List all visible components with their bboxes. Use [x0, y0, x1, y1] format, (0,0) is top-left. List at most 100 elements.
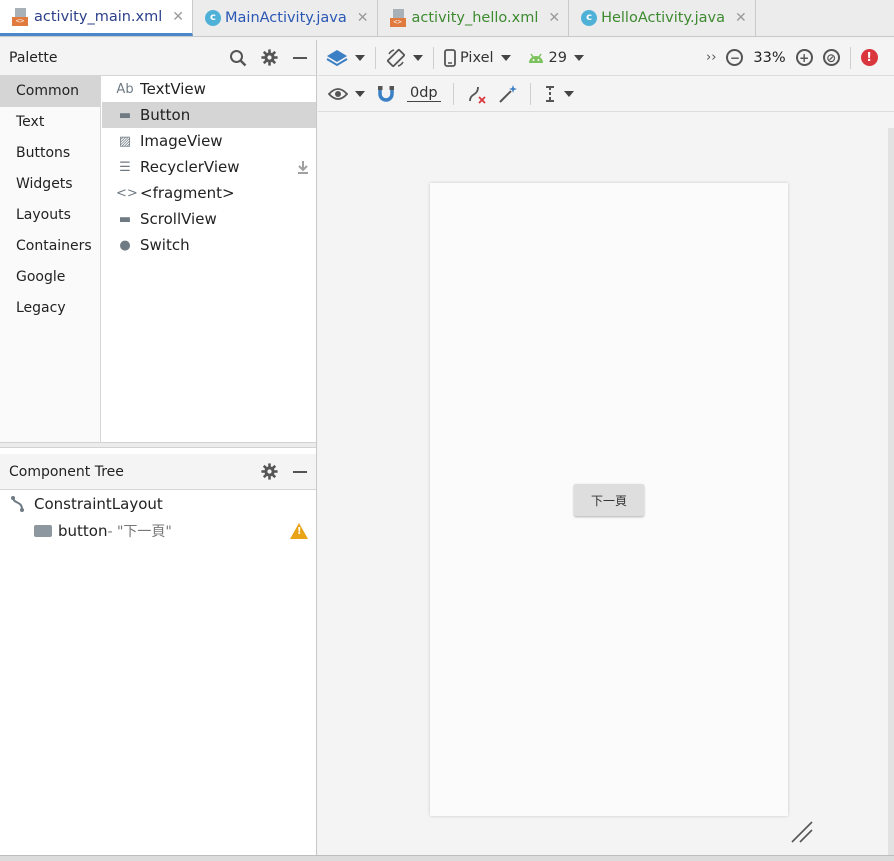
- category-text[interactable]: Text: [0, 107, 100, 138]
- category-containers[interactable]: Containers: [0, 231, 100, 262]
- warning-icon[interactable]: !: [290, 522, 308, 539]
- palette-item-label: Button: [140, 106, 191, 124]
- phone-icon: [444, 48, 456, 67]
- tab-activity-main-xml[interactable]: <> activity_main.xml ✕: [0, 0, 194, 36]
- scrollview-icon: ▬: [118, 211, 132, 227]
- category-layouts[interactable]: Layouts: [0, 200, 100, 231]
- close-icon[interactable]: ✕: [172, 9, 184, 25]
- orientation-dropdown[interactable]: [386, 48, 423, 68]
- rotate-icon: [387, 48, 405, 67]
- close-icon[interactable]: ✕: [735, 10, 747, 26]
- tab-label: HelloActivity.java: [601, 10, 725, 26]
- palette-item-switch[interactable]: ● Switch: [102, 232, 316, 258]
- zoom-to-fit-icon[interactable]: ⊘: [822, 49, 840, 66]
- device-preview-screen[interactable]: 下一頁: [430, 183, 788, 816]
- component-tree-title: Component Tree: [9, 463, 124, 480]
- left-panel: Palette Common Text Buttons Widgets Layo…: [0, 40, 317, 856]
- category-common[interactable]: Common: [0, 76, 100, 107]
- download-icon[interactable]: [296, 160, 310, 174]
- palette-item-label: RecyclerView: [140, 158, 240, 176]
- overflow-chevron-icon[interactable]: ››: [706, 50, 716, 65]
- bottom-status-strip: [0, 855, 894, 861]
- default-margin-value: 0dp: [410, 85, 438, 101]
- minimize-icon[interactable]: [292, 464, 308, 480]
- zoom-out-icon[interactable]: −: [726, 49, 744, 66]
- xml-layout-icon: <>: [389, 9, 408, 27]
- design-editor: Pixel 29 ›› − 33% + ⊘ ! 0dp 下一頁: [318, 40, 894, 856]
- tree-node-constraintlayout[interactable]: ConstraintLayout: [0, 490, 316, 517]
- category-google[interactable]: Google: [0, 262, 100, 293]
- palette-body: Common Text Buttons Widgets Layouts Cont…: [0, 76, 316, 442]
- tree-node-label: ConstraintLayout: [34, 494, 163, 513]
- api-level-dropdown[interactable]: 29: [527, 50, 584, 66]
- palette-title: Palette: [9, 49, 58, 66]
- tab-label: activity_main.xml: [34, 8, 163, 25]
- palette-items: Ab TextView ▬ Button ▨ ImageView ☰ Recyc…: [102, 76, 316, 442]
- magic-wand-icon[interactable]: [498, 84, 518, 104]
- tab-label: MainActivity.java: [225, 10, 347, 26]
- image-icon: ▨: [118, 133, 132, 149]
- gear-icon[interactable]: [261, 49, 278, 66]
- preview-button[interactable]: 下一頁: [574, 484, 644, 516]
- palette-item-button[interactable]: ▬ Button: [102, 102, 316, 128]
- eye-icon: [328, 87, 348, 100]
- guidelines-icon: [545, 85, 554, 102]
- code-icon: <>: [116, 185, 138, 201]
- resize-handle-icon[interactable]: [790, 820, 814, 844]
- palette-item-recyclerview[interactable]: ☰ RecyclerView: [102, 154, 316, 180]
- device-label: Pixel: [460, 49, 494, 66]
- design-canvas[interactable]: 下一頁: [318, 114, 894, 856]
- palette-item-fragment[interactable]: <> <fragment>: [102, 180, 316, 206]
- panel-splitter[interactable]: [0, 442, 316, 448]
- button-icon: [34, 524, 52, 537]
- tree-node-button[interactable]: button- "下一頁" !: [0, 517, 316, 544]
- palette-item-label: <fragment>: [140, 184, 235, 202]
- component-tree: ConstraintLayout button- "下一頁" !: [0, 490, 316, 544]
- clear-constraints-icon[interactable]: [466, 84, 486, 104]
- xml-layout-icon: <>: [12, 7, 30, 26]
- android-icon: [528, 53, 543, 63]
- category-buttons[interactable]: Buttons: [0, 138, 100, 169]
- palette-item-textview[interactable]: Ab TextView: [102, 76, 316, 102]
- tab-label: activity_hello.xml: [411, 10, 539, 26]
- editor-tab-bar: <> activity_main.xml ✕ c MainActivity.ja…: [0, 0, 894, 37]
- constraint-layout-icon: [11, 495, 24, 512]
- category-legacy[interactable]: Legacy: [0, 293, 100, 324]
- android-studio-layout-editor: <> activity_main.xml ✕ c MainActivity.ja…: [0, 0, 894, 861]
- palette-item-scrollview[interactable]: ▬ ScrollView: [102, 206, 316, 232]
- minimize-icon[interactable]: [292, 50, 308, 66]
- palette-item-label: TextView: [140, 80, 206, 98]
- search-icon[interactable]: [229, 49, 247, 67]
- vertical-scrollbar[interactable]: [888, 128, 894, 856]
- tab-main-activity-java[interactable]: c MainActivity.java ✕: [193, 0, 378, 36]
- tab-activity-hello-xml[interactable]: <> activity_hello.xml ✕: [378, 0, 570, 36]
- view-options-dropdown[interactable]: [328, 87, 365, 101]
- palette-item-imageview[interactable]: ▨ ImageView: [102, 128, 316, 154]
- zoom-in-icon[interactable]: +: [795, 49, 813, 66]
- api-level-label: 29: [548, 49, 567, 66]
- error-icon[interactable]: !: [860, 49, 878, 66]
- constraint-toolbar: 0dp: [318, 76, 894, 112]
- palette-item-label: Switch: [140, 236, 190, 254]
- layers-icon: [326, 49, 348, 66]
- palette-categories: Common Text Buttons Widgets Layouts Cont…: [0, 76, 101, 442]
- close-icon[interactable]: ✕: [548, 10, 560, 26]
- tab-hello-activity-java[interactable]: c HelloActivity.java ✕: [569, 0, 756, 36]
- java-class-icon: c: [205, 10, 222, 26]
- list-icon: ☰: [119, 159, 131, 175]
- palette-item-label: ScrollView: [140, 210, 217, 228]
- zoom-level: 33%: [753, 49, 786, 66]
- guidelines-dropdown[interactable]: [543, 85, 574, 103]
- tree-node-label: button- "下一頁": [58, 521, 172, 540]
- default-margin-dropdown[interactable]: 0dp: [407, 85, 441, 102]
- magnet-icon[interactable]: [377, 85, 395, 103]
- gear-icon[interactable]: [261, 463, 278, 480]
- device-dropdown[interactable]: Pixel: [444, 48, 511, 67]
- palette-item-label: ImageView: [140, 132, 223, 150]
- switch-icon: ●: [119, 237, 131, 253]
- category-widgets[interactable]: Widgets: [0, 169, 100, 200]
- textview-icon: Ab: [116, 81, 134, 97]
- layers-dropdown[interactable]: [326, 48, 365, 68]
- close-icon[interactable]: ✕: [357, 10, 369, 26]
- component-tree-header: Component Tree: [0, 454, 316, 490]
